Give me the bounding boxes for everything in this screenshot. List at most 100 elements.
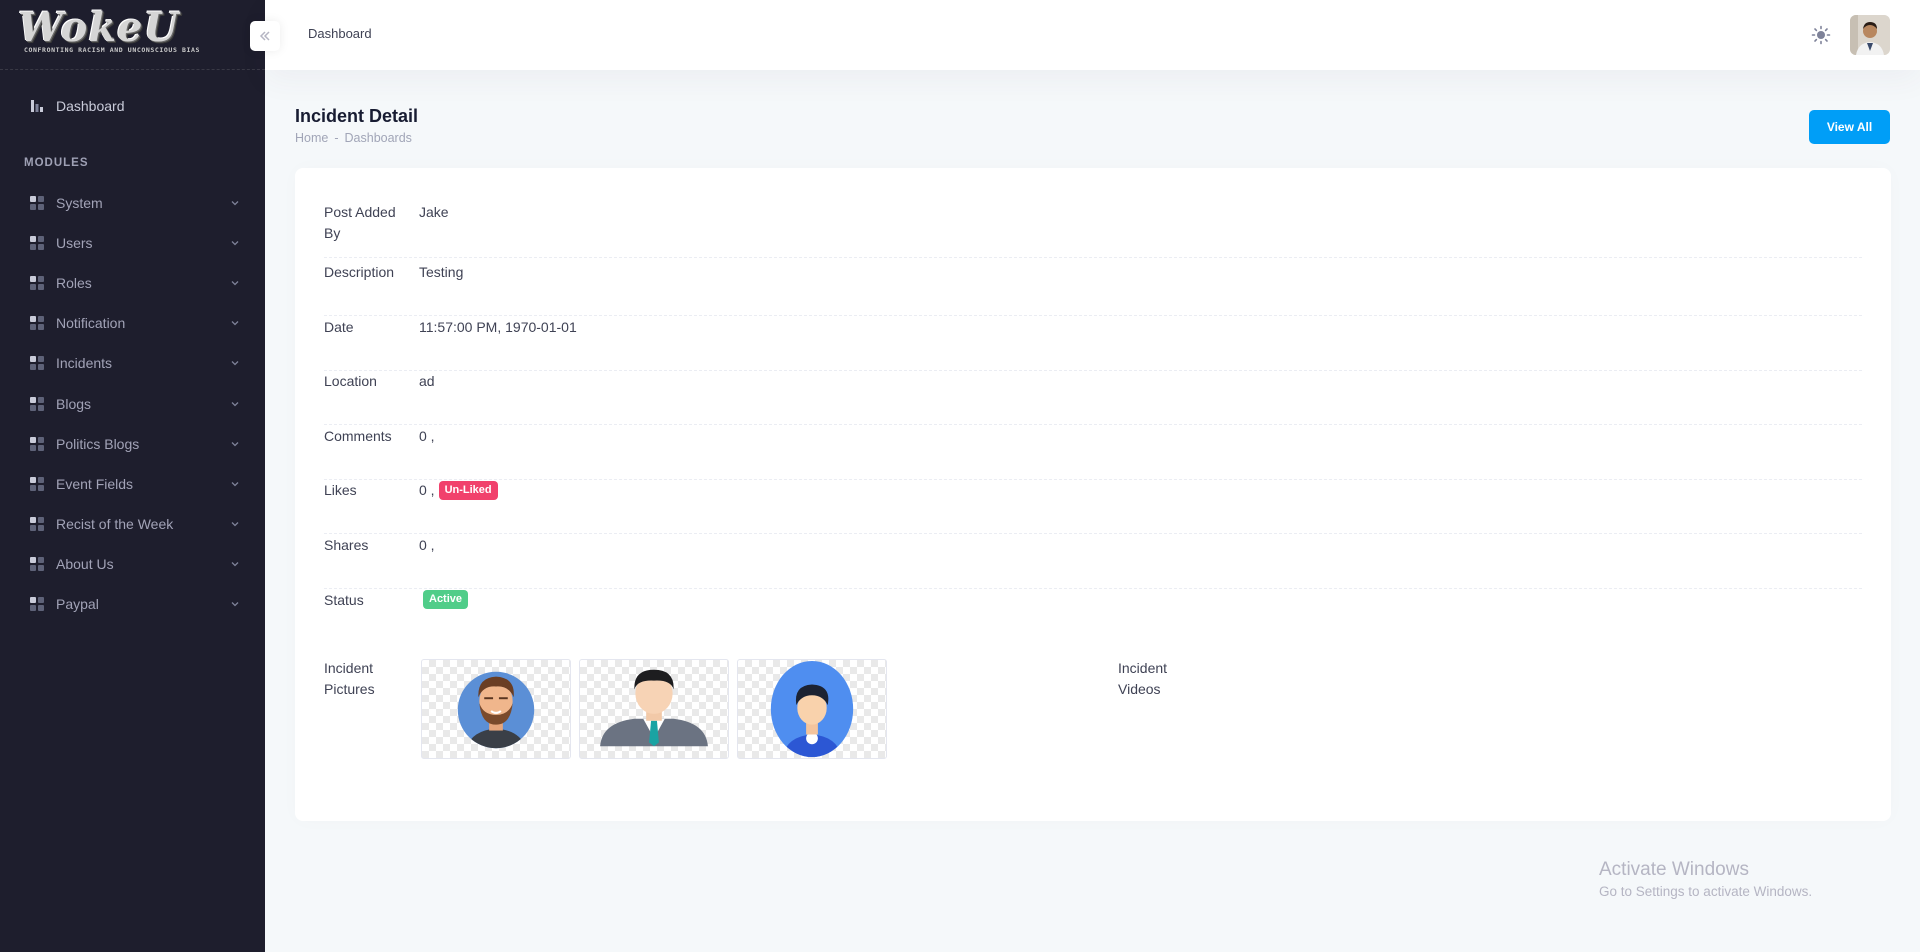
sun-icon[interactable] bbox=[1811, 25, 1831, 45]
detail-label: Likes bbox=[324, 482, 357, 498]
sidebar-item-notification[interactable]: Notification bbox=[0, 306, 265, 340]
incident-pictures-label: Incident Pictures bbox=[324, 660, 375, 697]
sidebar-item-recist-of-the-week[interactable]: Recist of the Week bbox=[0, 507, 265, 541]
view-all-button[interactable]: View All bbox=[1809, 110, 1890, 144]
watermark-title: Activate Windows bbox=[1599, 859, 1749, 880]
chevron-down-icon bbox=[231, 201, 239, 206]
likes-badge: Un-Liked bbox=[438, 481, 498, 500]
chevron-down-icon bbox=[231, 602, 239, 607]
sidebar-section-label: MODULES bbox=[24, 157, 89, 169]
chevron-down-icon bbox=[231, 241, 239, 246]
detail-label: Description bbox=[324, 264, 395, 280]
detail-label: Shares bbox=[324, 537, 369, 553]
grid-icon bbox=[30, 276, 44, 290]
bearded-man-avatar-icon bbox=[457, 671, 535, 749]
sidebar-item-blogs[interactable]: Blogs bbox=[0, 387, 265, 421]
chevron-down-icon bbox=[231, 402, 239, 407]
incident-picture[interactable] bbox=[737, 659, 887, 759]
incident-picture[interactable] bbox=[579, 659, 729, 759]
status-badge: Active bbox=[423, 590, 469, 609]
detail-value: 0 , bbox=[419, 482, 435, 498]
grid-icon bbox=[30, 236, 44, 250]
sidebar-item-label: Recist of the Week bbox=[56, 516, 174, 532]
brand-logo[interactable]: WokeU CONFRONTING RACISM AND UNCONSCIOUS… bbox=[18, 8, 201, 55]
double-chevron-left-icon bbox=[259, 31, 270, 41]
breadcrumb: Home - Dashboards bbox=[295, 131, 412, 145]
sidebar-item-label: Users bbox=[56, 235, 93, 251]
sidebar-item-label: Dashboard bbox=[56, 98, 125, 114]
detail-row-shares: Shares 0 , bbox=[324, 535, 1862, 589]
detail-value-wrap: ad bbox=[419, 371, 435, 392]
detail-label: Date bbox=[324, 319, 354, 335]
chevron-down-icon bbox=[231, 321, 239, 326]
sidebar-item-about-us[interactable]: About Us bbox=[0, 547, 265, 581]
brand-tagline: CONFRONTING RACISM AND UNCONSCIOUS BIAS bbox=[24, 46, 201, 54]
incident-picture[interactable] bbox=[421, 659, 571, 759]
sidebar-item-roles[interactable]: Roles bbox=[0, 266, 265, 300]
sidebar: WokeU CONFRONTING RACISM AND UNCONSCIOUS… bbox=[0, 0, 265, 952]
detail-value-wrap: Jake bbox=[419, 202, 449, 223]
grid-icon bbox=[30, 196, 44, 210]
sidebar-item-label: Paypal bbox=[56, 596, 99, 612]
incident-detail-card: Post Added By Jake Description Testing Date 1… bbox=[295, 168, 1891, 821]
detail-value: Testing bbox=[419, 264, 464, 280]
sidebar-item-label: Blogs bbox=[56, 396, 92, 412]
sidebar-item-label: Event Fields bbox=[56, 476, 134, 492]
chevron-down-icon bbox=[231, 482, 239, 487]
sidebar-item-label: Roles bbox=[56, 275, 92, 291]
sidebar-item-politics-blogs[interactable]: Politics Blogs bbox=[0, 427, 265, 461]
breadcrumb-home[interactable]: Home bbox=[295, 131, 328, 145]
dashboard-icon bbox=[31, 100, 43, 112]
sidebar-item-incidents[interactable]: Incidents bbox=[0, 346, 265, 380]
detail-value: ad bbox=[419, 373, 435, 389]
incident-videos-label: Incident Videos bbox=[1118, 660, 1168, 697]
detail-label: Post Added By bbox=[324, 204, 396, 241]
sidebar-collapse-button[interactable] bbox=[250, 21, 280, 51]
sidebar-item-label: Politics Blogs bbox=[56, 436, 140, 452]
top-header: Dashboard bbox=[265, 0, 1920, 70]
user-avatar[interactable] bbox=[1850, 15, 1890, 55]
grid-icon bbox=[30, 597, 44, 611]
detail-row-post-added-by: Post Added By Jake bbox=[324, 202, 1862, 258]
detail-row-date: Date 11:57:00 PM, 1970-01-01 bbox=[324, 317, 1862, 371]
detail-value-wrap: Testing bbox=[419, 262, 463, 283]
detail-value-wrap: 0 , bbox=[419, 426, 435, 447]
page-title: Incident Detail bbox=[295, 106, 419, 126]
grid-icon bbox=[30, 557, 44, 571]
sidebar-logo-area: WokeU CONFRONTING RACISM AND UNCONSCIOUS… bbox=[0, 0, 265, 70]
detail-value-wrap: 0 , bbox=[419, 535, 435, 556]
chevron-down-icon bbox=[231, 562, 239, 567]
detail-row-likes: Likes 0 , Un-Liked bbox=[324, 480, 1862, 534]
grid-icon bbox=[30, 517, 44, 531]
sidebar-item-label: About Us bbox=[56, 556, 114, 572]
detail-row-comments: Comments 0 , bbox=[324, 426, 1862, 480]
sidebar-item-label: Notification bbox=[56, 315, 126, 331]
sidebar-item-system[interactable]: System bbox=[0, 186, 265, 220]
sidebar-item-users[interactable]: Users bbox=[0, 226, 265, 260]
sidebar-item-event-fields[interactable]: Event Fields bbox=[0, 467, 265, 501]
sidebar-item-label: Incidents bbox=[56, 355, 113, 371]
sidebar-item-dashboard[interactable]: Dashboard bbox=[0, 89, 265, 123]
detail-row-location: Location ad bbox=[324, 371, 1862, 425]
grid-icon bbox=[30, 316, 44, 330]
detail-value: 11:57:00 PM, 1970-01-01 bbox=[419, 319, 577, 335]
header-title: Dashboard bbox=[308, 26, 372, 41]
detail-value-wrap: 0 , Un-Liked bbox=[419, 480, 498, 501]
detail-row-status: Status Active bbox=[324, 590, 1862, 644]
detail-value: 0 , bbox=[419, 428, 435, 444]
detail-value-wrap: 11:57:00 PM, 1970-01-01 bbox=[419, 317, 577, 338]
chevron-down-icon bbox=[231, 281, 239, 286]
grid-icon bbox=[30, 356, 44, 370]
breadcrumb-current: Dashboards bbox=[344, 131, 412, 145]
watermark-subtitle: Go to Settings to activate Windows. bbox=[1599, 884, 1813, 899]
detail-label: Location bbox=[324, 373, 377, 389]
detail-label: Comments bbox=[324, 428, 392, 444]
sidebar-item-paypal[interactable]: Paypal bbox=[0, 587, 265, 621]
chevron-down-icon bbox=[231, 522, 239, 527]
sidebar-item-label: System bbox=[56, 195, 103, 211]
user-photo-icon bbox=[1850, 15, 1890, 55]
detail-value: 0 , bbox=[419, 537, 435, 553]
windows-activation-watermark: Activate Windows Go to Settings to activ… bbox=[1599, 859, 1812, 899]
businessman-avatar-icon bbox=[600, 669, 708, 747]
detail-value: Jake bbox=[419, 204, 449, 220]
